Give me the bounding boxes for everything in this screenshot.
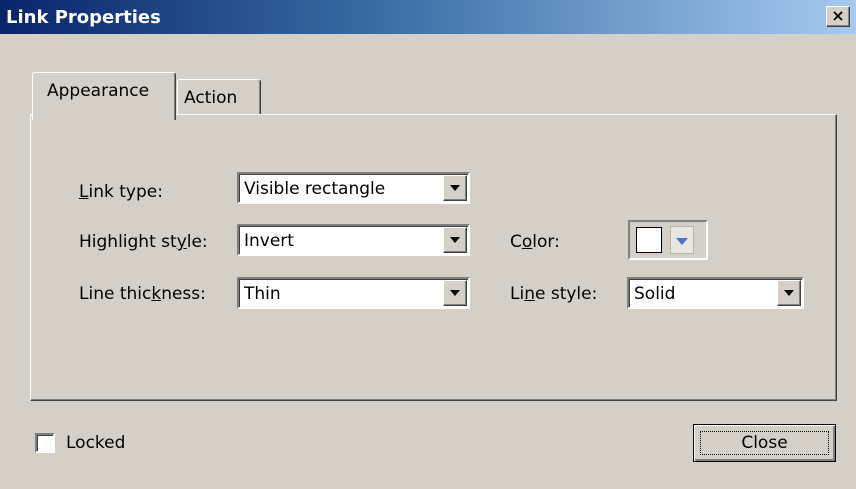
appearance-panel — [30, 114, 837, 401]
tab-appearance-label: Appearance — [47, 81, 150, 101]
tab-appearance[interactable]: Appearance — [32, 72, 176, 120]
close-button[interactable]: Close — [693, 424, 836, 462]
title-bar[interactable]: Link Properties × — [0, 0, 856, 34]
tab-action[interactable]: Action — [177, 79, 261, 115]
close-icon: × — [831, 6, 845, 25]
window-title: Link Properties — [6, 7, 161, 28]
locked-checkbox[interactable] — [35, 433, 55, 453]
locked-label: Locked — [66, 433, 126, 453]
tab-action-label: Action — [184, 88, 238, 108]
close-button-label: Close — [700, 431, 829, 455]
close-window-button[interactable]: × — [826, 6, 850, 27]
